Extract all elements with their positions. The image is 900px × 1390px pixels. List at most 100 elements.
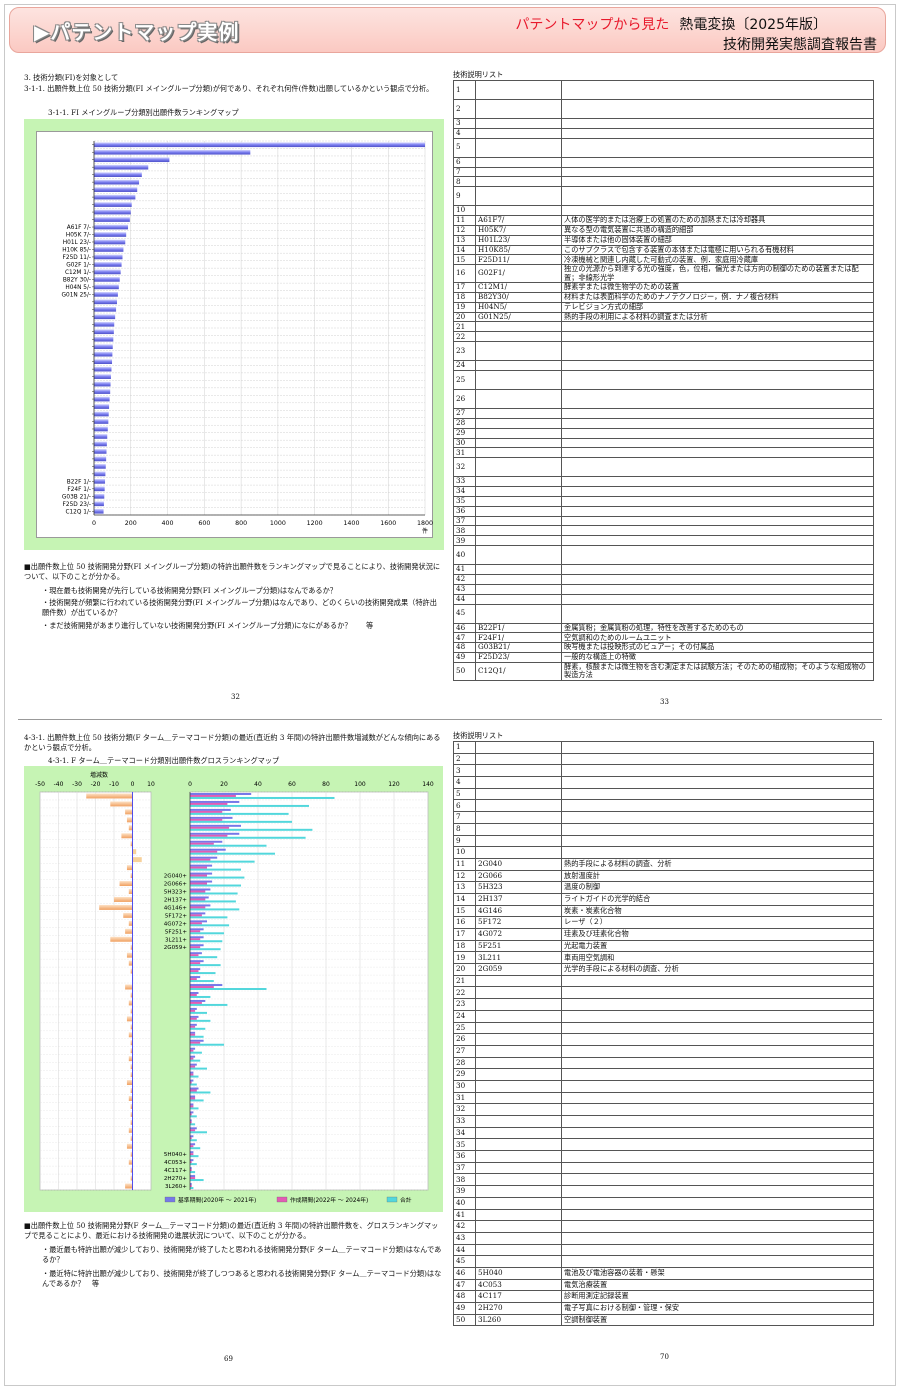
change-bar — [125, 928, 133, 934]
description-cell — [561, 360, 874, 371]
base-period-bar — [190, 928, 204, 931]
y-tick-label: 2G040+ — [164, 874, 188, 880]
y-tick-label: G03B 21/- — [62, 495, 91, 501]
description-cell — [561, 535, 874, 547]
bar — [94, 254, 123, 260]
total-bar — [190, 860, 255, 863]
description-cell — [561, 1196, 874, 1210]
bar — [94, 209, 131, 215]
code-cell — [475, 321, 562, 333]
code-cell — [475, 80, 562, 100]
table-row: 18 5F251 光起電力装置 — [453, 939, 874, 953]
row-number-cell: 21 — [453, 974, 476, 988]
description-cell — [561, 545, 874, 566]
banner-source: パテントマップから見た 熱電変換〔2025年版〕 — [515, 14, 827, 34]
table-row: 48 G03B21/映写機または投映形式のビュアー；その付属品 — [453, 642, 874, 654]
table-row: 4 — [453, 127, 874, 139]
code-cell — [475, 408, 562, 419]
page-divider — [18, 719, 882, 720]
table-row: 3 — [453, 764, 874, 778]
create-period-bar — [190, 810, 223, 813]
code-cell — [475, 166, 562, 178]
table-row: 35 — [453, 495, 874, 507]
change-bar — [128, 960, 133, 966]
table-row: 29 — [453, 1068, 874, 1081]
row-number-cell: 9 — [453, 834, 476, 848]
row-number-cell: 10 — [453, 846, 476, 859]
y-tick-label: B22F 1/- — [67, 480, 91, 486]
code-cell: C12Q1/ — [475, 661, 562, 681]
description-cell — [561, 1091, 874, 1105]
banner-title: ▶パテントマップ実例 — [34, 16, 239, 45]
create-period-bar — [190, 946, 201, 949]
row-number-cell: 18 — [453, 939, 476, 953]
table-row: 46 5H040 電池及び電池容器の装着・懸架 — [453, 1266, 874, 1280]
row-number-cell: 39 — [453, 535, 476, 547]
description-cell: 電気治療装置 — [561, 1278, 874, 1292]
code-cell — [475, 476, 562, 488]
description-cell — [561, 427, 874, 439]
bar — [94, 269, 121, 275]
table-row: 38 — [453, 1173, 874, 1187]
banner-source-red: パテントマップから見た — [515, 17, 670, 33]
code-cell — [475, 1091, 562, 1105]
code-cell — [475, 573, 562, 585]
total-bar — [190, 1059, 201, 1062]
change-bar — [126, 817, 133, 823]
code-cell: F25D11/ — [475, 254, 562, 266]
description-cell — [561, 486, 874, 497]
row-number-cell: 15 — [453, 904, 476, 918]
code-cell — [475, 1079, 562, 1093]
description-cell — [561, 156, 874, 168]
y-tick-label: 4G072+ — [164, 921, 188, 927]
y-tick-label: F25D 23/- — [63, 502, 91, 508]
table-row: 13 H01L23/半導体または他の固体装置の細部 — [453, 234, 874, 246]
bar — [94, 262, 122, 267]
description-cell — [561, 1126, 874, 1140]
y-tick-label: 5H323+ — [164, 890, 187, 896]
description-cell: このサブクラスで包含する装置の本体または電極に用いられる有機材料 — [561, 244, 874, 256]
row-number-cell: 5 — [453, 787, 476, 801]
code-cell — [475, 156, 562, 168]
table-row: 40 — [453, 1196, 874, 1210]
total-bar — [190, 1099, 204, 1102]
table-row: 38 — [453, 525, 874, 537]
row-number-cell: 37 — [453, 1161, 476, 1175]
bar — [94, 419, 109, 424]
banner-title-text: パテントマップ実例 — [50, 20, 240, 44]
total-bar — [190, 836, 306, 839]
left-tick-label: 0 — [131, 781, 135, 788]
total-bar — [190, 1147, 201, 1150]
row-number-cell: 48 — [453, 642, 476, 654]
table-row: 25 — [453, 370, 874, 390]
create-period-bar — [190, 1065, 196, 1068]
y-tick-label: 4G146+ — [164, 905, 188, 911]
create-period-bar — [190, 882, 207, 885]
row-number-cell: 32 — [453, 457, 476, 478]
bar — [94, 142, 425, 148]
base-period-bar — [190, 952, 202, 955]
row-number-cell: 39 — [453, 1185, 476, 1198]
row-number-cell: 33 — [453, 476, 476, 488]
left-tick-label: 10 — [147, 781, 155, 788]
base-period-bar — [190, 1023, 197, 1026]
row-number-cell: 12 — [453, 869, 476, 883]
description-cell — [561, 457, 874, 478]
bar — [94, 179, 140, 185]
table-row: 12 H05K7/異なる型の電気装置に共通の構造的細部 — [453, 224, 874, 236]
description-cell: 炭素・炭素化合物 — [561, 904, 874, 918]
code-cell: 5F251 — [475, 939, 562, 953]
page-number: 70 — [660, 1353, 669, 1361]
bar — [94, 224, 129, 230]
y-tick-label: G01N 25/- — [62, 293, 91, 299]
row-number-cell: 22 — [453, 331, 476, 343]
banner-report-name: 熱電変換〔2025年版〕 — [679, 17, 827, 33]
row-number-cell: 30 — [453, 437, 476, 449]
bar — [94, 217, 130, 222]
table-row: 49 2H270 電子写真における制御・管理・保安 — [453, 1302, 874, 1315]
row-number-cell: 23 — [453, 998, 476, 1011]
table-row: 30 — [453, 1079, 874, 1093]
bar — [94, 202, 132, 207]
change-bar — [128, 1159, 133, 1165]
change-bar — [132, 849, 137, 855]
